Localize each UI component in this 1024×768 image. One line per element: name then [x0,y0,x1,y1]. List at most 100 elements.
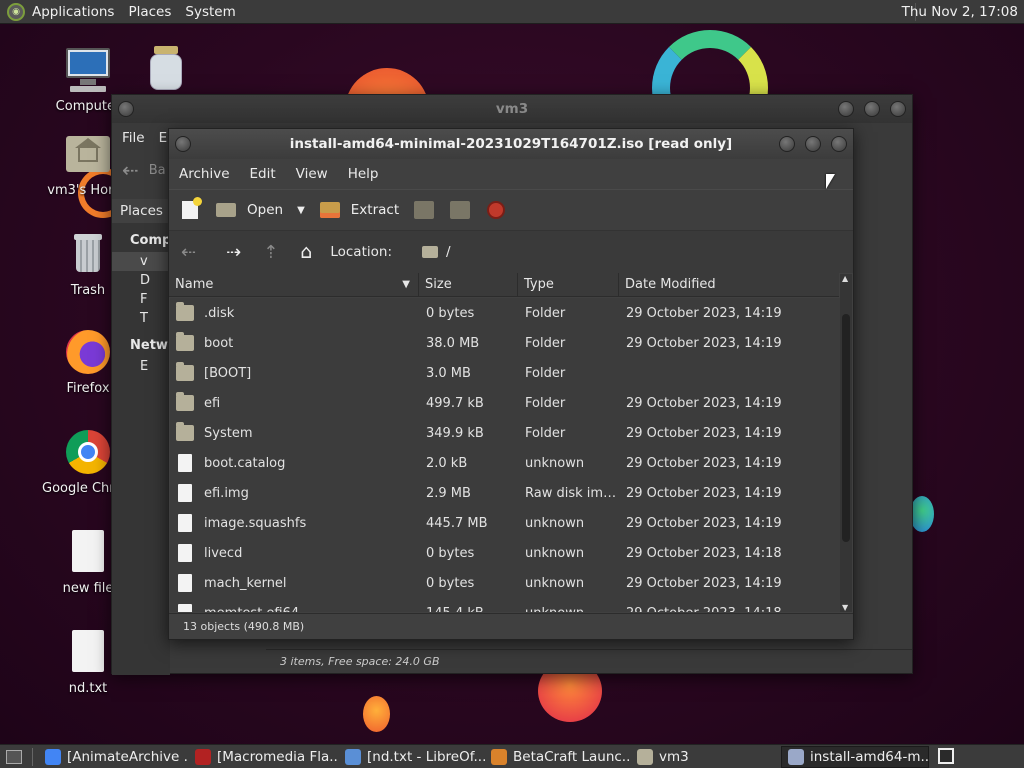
sidebar-item-network[interactable]: E [112,357,170,376]
add-files-icon [413,200,435,220]
menu-system[interactable]: System [178,4,242,20]
file-manager-titlebar[interactable]: vm3 [112,95,912,123]
window-menu-button[interactable] [175,136,191,152]
taskbar-task[interactable]: vm3 [631,746,781,768]
stop-icon [485,200,507,220]
up-icon[interactable]: ⇡ [263,242,278,263]
cell-name-text: efi.img [204,485,249,501]
table-row[interactable]: memtest.efi64 145.4 kBunknown29 October 2… [170,598,840,612]
scroll-up-arrow-icon[interactable]: ▲ [842,274,848,283]
menu-edit[interactable]: Edit [240,166,286,182]
column-size-label: Size [425,276,452,292]
cell-name-text: livecd [204,545,243,561]
archive-icon [788,748,804,765]
back-icon[interactable]: ⇠ [181,242,196,263]
cell-date: 29 October 2023, 14:19 [626,455,782,471]
scrollbar-thumb[interactable] [842,314,850,542]
table-row[interactable]: image.squashfs 445.7 MB unknown 29 October … [170,508,840,538]
sidebar-places-label[interactable]: Places [112,199,170,223]
taskbar-task-label: [Macromedia Fla... [217,748,339,765]
menu-file[interactable]: File [112,130,155,146]
cell-date: 29 October 2023, 14:19 [626,305,782,321]
column-name[interactable]: Name ▼ [169,272,419,297]
extract-button[interactable]: Extract [319,200,399,220]
table-row[interactable]: boot.catalog 2.0 kB unknown 29 October 2023… [170,448,840,478]
show-desktop-icon[interactable] [6,749,22,764]
taskbar-task[interactable]: [nd.txt - LibreOf... [339,746,485,768]
window-menu-button[interactable] [118,101,134,117]
open-dropdown-arrow-icon[interactable]: ▼ [297,205,305,216]
desktop-icon-label: nd.txt [68,681,108,696]
folder-icon [176,302,194,321]
cell-type: unknown [525,545,585,561]
extract-label: Extract [350,202,400,218]
file-manager-statusbar: 3 items, Free space: 24.0 GB [266,649,912,673]
sidebar-item-trash[interactable]: T [112,309,170,328]
taskbar-task[interactable]: BetaCraft Launc... [485,746,631,768]
location-path[interactable]: / [446,244,451,260]
vertical-scrollbar[interactable]: ▲ ▼ [840,274,852,612]
column-type[interactable]: Type [518,272,619,297]
table-row[interactable]: [BOOT] 3.0 MB Folder [170,358,840,388]
table-row[interactable]: livecd 0 bytes unknown 29 October 2023, 14:… [170,538,840,568]
column-date[interactable]: Date Modified [619,273,839,297]
add-files-button[interactable] [413,200,435,220]
sidebar-item-desktop[interactable]: D [112,271,170,290]
add-folder-icon [449,200,471,220]
table-row[interactable]: boot 38.0 MB Folder 29 October 2023, 14:19 [170,328,840,358]
desktop-icon-jar[interactable] [120,46,212,99]
menu-places[interactable]: Places [121,4,178,20]
sidebar-item-home[interactable]: v [112,252,170,271]
menu-applications[interactable]: Applications [25,4,121,20]
minimize-button[interactable] [779,136,795,152]
home-icon[interactable]: ⌂ [300,241,312,263]
cell-name: mach_kernel [170,574,420,592]
file-icon [178,574,192,592]
close-button[interactable] [890,101,906,117]
new-archive-button[interactable] [179,197,202,220]
close-button[interactable] [831,136,847,152]
scroll-down-arrow-icon[interactable]: ▼ [842,603,848,612]
table-row[interactable]: efi.img 2.9 MB Raw disk ima… 29 October 202… [170,478,840,508]
archive-titlebar[interactable]: install-amd64-minimal-20231029T164701Z.i… [169,129,853,159]
cell-size: 145.4 kB [420,606,519,613]
workspace-switcher[interactable] [938,748,954,764]
taskbar-task[interactable]: [Macromedia Fla... [189,746,339,768]
column-size[interactable]: Size [419,272,518,297]
menu-view[interactable]: View [286,166,338,182]
menu-archive[interactable]: Archive [169,166,240,182]
taskbar-task[interactable]: [AnimateArchive ... [39,746,189,768]
back-icon[interactable]: ⇠ [122,158,139,182]
chrome-icon [45,748,61,765]
file-icon [178,544,192,562]
cell-size: 445.7 MB [426,515,488,531]
cell-name-text: efi [204,395,221,411]
cell-size: 0 bytes [426,305,475,321]
cell-name-text: memtest.efi64 [204,606,299,613]
location-folder-icon [422,246,438,258]
distro-logo-icon[interactable]: ◉ [7,2,25,21]
table-row[interactable]: System 349.9 kB Folder 29 October 2023, 14:… [170,418,840,448]
stop-button[interactable] [485,200,507,220]
clock[interactable]: Thu Nov 2, 17:08 [902,4,1018,20]
sidebar-item-filesystem[interactable]: F [112,290,170,309]
open-button[interactable]: Open ▼ [215,200,305,220]
table-row[interactable]: efi 499.7 kB Folder 29 October 2023, 14:19 [170,388,840,418]
archive-window[interactable]: install-amd64-minimal-20231029T164701Z.i… [168,128,854,640]
cell-name: memtest.efi64 [170,604,420,612]
maximize-button[interactable] [805,136,821,152]
minimize-button[interactable] [838,101,854,117]
cell-type: unknown [519,606,620,613]
folder-icon [176,392,194,411]
table-row[interactable]: .disk 0 bytes Folder 29 October 2023, 14:19 [170,298,840,328]
forward-icon[interactable]: ⇢ [226,242,241,263]
table-row[interactable]: mach_kernel 0 bytes unknown 29 October 2023… [170,568,840,598]
jar-icon [142,46,190,94]
taskbar-task[interactable]: install-amd64-m... [781,745,929,768]
add-folder-button[interactable] [449,200,471,220]
maximize-button[interactable] [864,101,880,117]
cell-name: efi.img [170,484,420,502]
sidebar-section-computer: Comp [130,233,172,248]
back-label[interactable]: Ba [149,163,166,178]
menu-help[interactable]: Help [338,166,389,182]
